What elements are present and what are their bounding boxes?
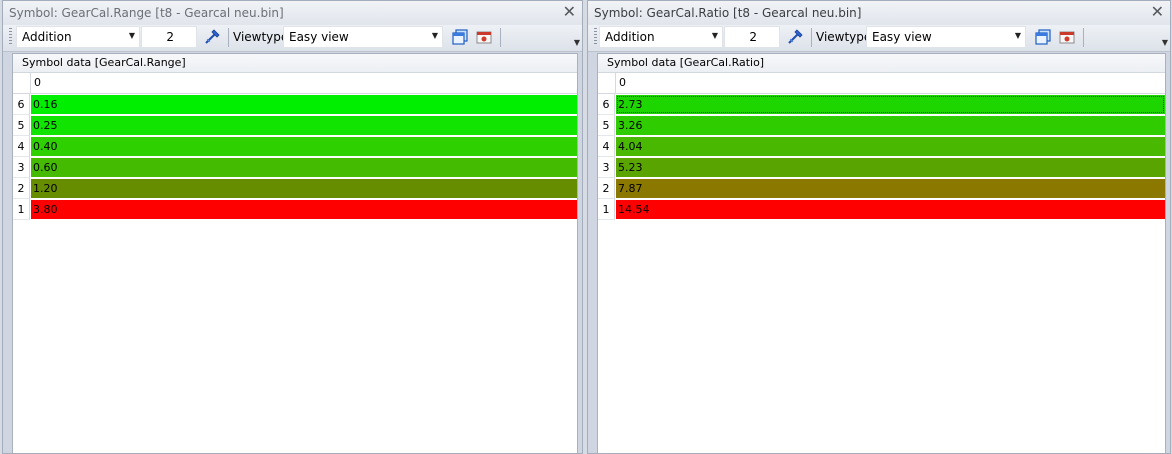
wand-icon[interactable]: [786, 28, 804, 46]
close-icon[interactable]: ✕: [1151, 3, 1164, 21]
row-header[interactable]: 4: [598, 136, 615, 157]
export-icon[interactable]: [1058, 28, 1076, 46]
grid-column-header-row: 0: [598, 73, 1165, 94]
column-header-0[interactable]: 0: [619, 76, 626, 89]
mode-dropdown-value: Addition: [22, 30, 72, 44]
step-input[interactable]: 2: [141, 26, 197, 48]
row-header[interactable]: 5: [598, 115, 615, 136]
table-cell[interactable]: 0.40: [31, 137, 577, 156]
export-icon[interactable]: [475, 28, 493, 46]
table-row: 3 5.23: [598, 157, 1165, 178]
panel-title: Symbol: GearCal.Ratio [t8 - Gearcal neu.…: [594, 6, 862, 20]
symbol-data-header: Symbol data [GearCal.Ratio]: [598, 54, 1165, 73]
chevron-down-icon[interactable]: ▼: [129, 31, 135, 40]
grid-rows: 6 0.16 5 0.25 4 0.40 3 0.60 2 1.20 1 3.80: [13, 94, 577, 220]
panel-toolbar: Addition ▼ 2 Viewtype Easy view ▼ ▼: [3, 25, 582, 52]
grid-rows: 6 2.73 5 3.26 4 4.04 3 5.23 2 7.87 1 14.54: [598, 94, 1165, 220]
table-cell[interactable]: 2.73: [616, 95, 1165, 114]
mode-dropdown[interactable]: Addition ▼: [16, 26, 140, 48]
toolbar-separator: [228, 28, 229, 47]
toolbar-grip[interactable]: [594, 28, 597, 46]
toolbar-separator: [1083, 28, 1084, 47]
row-header[interactable]: 5: [13, 115, 30, 136]
row-header[interactable]: 3: [13, 157, 30, 178]
symbol-data-area: Symbol data [GearCal.Ratio] 0 6 2.73 5 3.26…: [597, 53, 1166, 453]
row-header[interactable]: 2: [13, 178, 30, 199]
viewtype-dropdown[interactable]: Easy view ▼: [283, 26, 443, 48]
table-cell[interactable]: 0.60: [31, 158, 577, 177]
symbol-data-header: Symbol data [GearCal.Range]: [13, 54, 577, 73]
table-cell[interactable]: 4.04: [616, 137, 1165, 156]
row-header[interactable]: 1: [13, 199, 30, 220]
viewtype-label: Viewtype: [816, 30, 872, 44]
toolbar-overflow-icon[interactable]: ▼: [574, 39, 580, 47]
viewtype-dropdown[interactable]: Easy view ▼: [866, 26, 1026, 48]
viewtype-dropdown-value: Easy view: [872, 30, 932, 44]
window-icon[interactable]: [1034, 28, 1052, 46]
grid-corner-cell[interactable]: [13, 73, 31, 93]
panel-titlebar[interactable]: Symbol: GearCal.Ratio [t8 - Gearcal neu.…: [588, 1, 1170, 26]
table-row: 3 0.60: [13, 157, 577, 178]
panel-toolbar: Addition ▼ 2 Viewtype Easy view ▼ ▼: [588, 25, 1170, 52]
chevron-down-icon[interactable]: ▼: [712, 31, 718, 40]
symbol-panel-ratio: Symbol: GearCal.Ratio [t8 - Gearcal neu.…: [587, 0, 1171, 454]
step-input-value: 2: [749, 30, 757, 44]
table-cell[interactable]: 3.80: [31, 200, 577, 219]
wand-icon[interactable]: [203, 28, 221, 46]
table-cell[interactable]: 1.20: [31, 179, 577, 198]
close-icon[interactable]: ✕: [563, 3, 576, 21]
data-grid: 0 6 2.73 5 3.26 4 4.04 3 5.23 2 7.87 1 14.54: [598, 73, 1165, 220]
window-icon[interactable]: [451, 28, 469, 46]
table-row: 2 1.20: [13, 178, 577, 199]
row-header[interactable]: 1: [598, 199, 615, 220]
viewtype-dropdown-value: Easy view: [289, 30, 349, 44]
row-header[interactable]: 4: [13, 136, 30, 157]
table-row: 2 7.87: [598, 178, 1165, 199]
table-cell[interactable]: 0.25: [31, 116, 577, 135]
table-cell[interactable]: 0.16: [31, 95, 577, 114]
grid-column-header-row: 0: [13, 73, 577, 94]
chevron-down-icon[interactable]: ▼: [432, 31, 438, 40]
row-header[interactable]: 6: [598, 94, 615, 115]
data-grid: 0 6 0.16 5 0.25 4 0.40 3 0.60 2 1.20 1 3.80: [13, 73, 577, 220]
toolbar-grip[interactable]: [9, 28, 12, 46]
toolbar-overflow-icon[interactable]: ▼: [1162, 39, 1168, 47]
table-cell[interactable]: 14.54: [616, 200, 1165, 219]
row-header[interactable]: 6: [13, 94, 30, 115]
row-header[interactable]: 2: [598, 178, 615, 199]
grid-corner-cell[interactable]: [598, 73, 616, 93]
panel-title: Symbol: GearCal.Range [t8 - Gearcal neu.…: [9, 6, 284, 20]
table-row: 6 0.16: [13, 94, 577, 115]
table-row: 4 0.40: [13, 136, 577, 157]
row-header[interactable]: 3: [598, 157, 615, 178]
table-row: 5 3.26: [598, 115, 1165, 136]
table-row: 4 4.04: [598, 136, 1165, 157]
toolbar-separator: [500, 28, 501, 47]
table-row: 1 14.54: [598, 199, 1165, 220]
viewtype-label: Viewtype: [233, 30, 289, 44]
panel-titlebar[interactable]: Symbol: GearCal.Range [t8 - Gearcal neu.…: [3, 1, 582, 26]
step-input-value: 2: [166, 30, 174, 44]
mode-dropdown[interactable]: Addition ▼: [599, 26, 723, 48]
table-row: 6 2.73: [598, 94, 1165, 115]
symbol-panel-range: Symbol: GearCal.Range [t8 - Gearcal neu.…: [2, 0, 583, 454]
toolbar-separator: [811, 28, 812, 47]
chevron-down-icon[interactable]: ▼: [1015, 31, 1021, 40]
table-row: 1 3.80: [13, 199, 577, 220]
table-cell[interactable]: 7.87: [616, 179, 1165, 198]
column-header-0[interactable]: 0: [34, 76, 41, 89]
table-cell[interactable]: 3.26: [616, 116, 1165, 135]
step-input[interactable]: 2: [724, 26, 780, 48]
table-cell[interactable]: 5.23: [616, 158, 1165, 177]
mode-dropdown-value: Addition: [605, 30, 655, 44]
table-row: 5 0.25: [13, 115, 577, 136]
symbol-data-area: Symbol data [GearCal.Range] 0 6 0.16 5 0.25…: [12, 53, 578, 453]
